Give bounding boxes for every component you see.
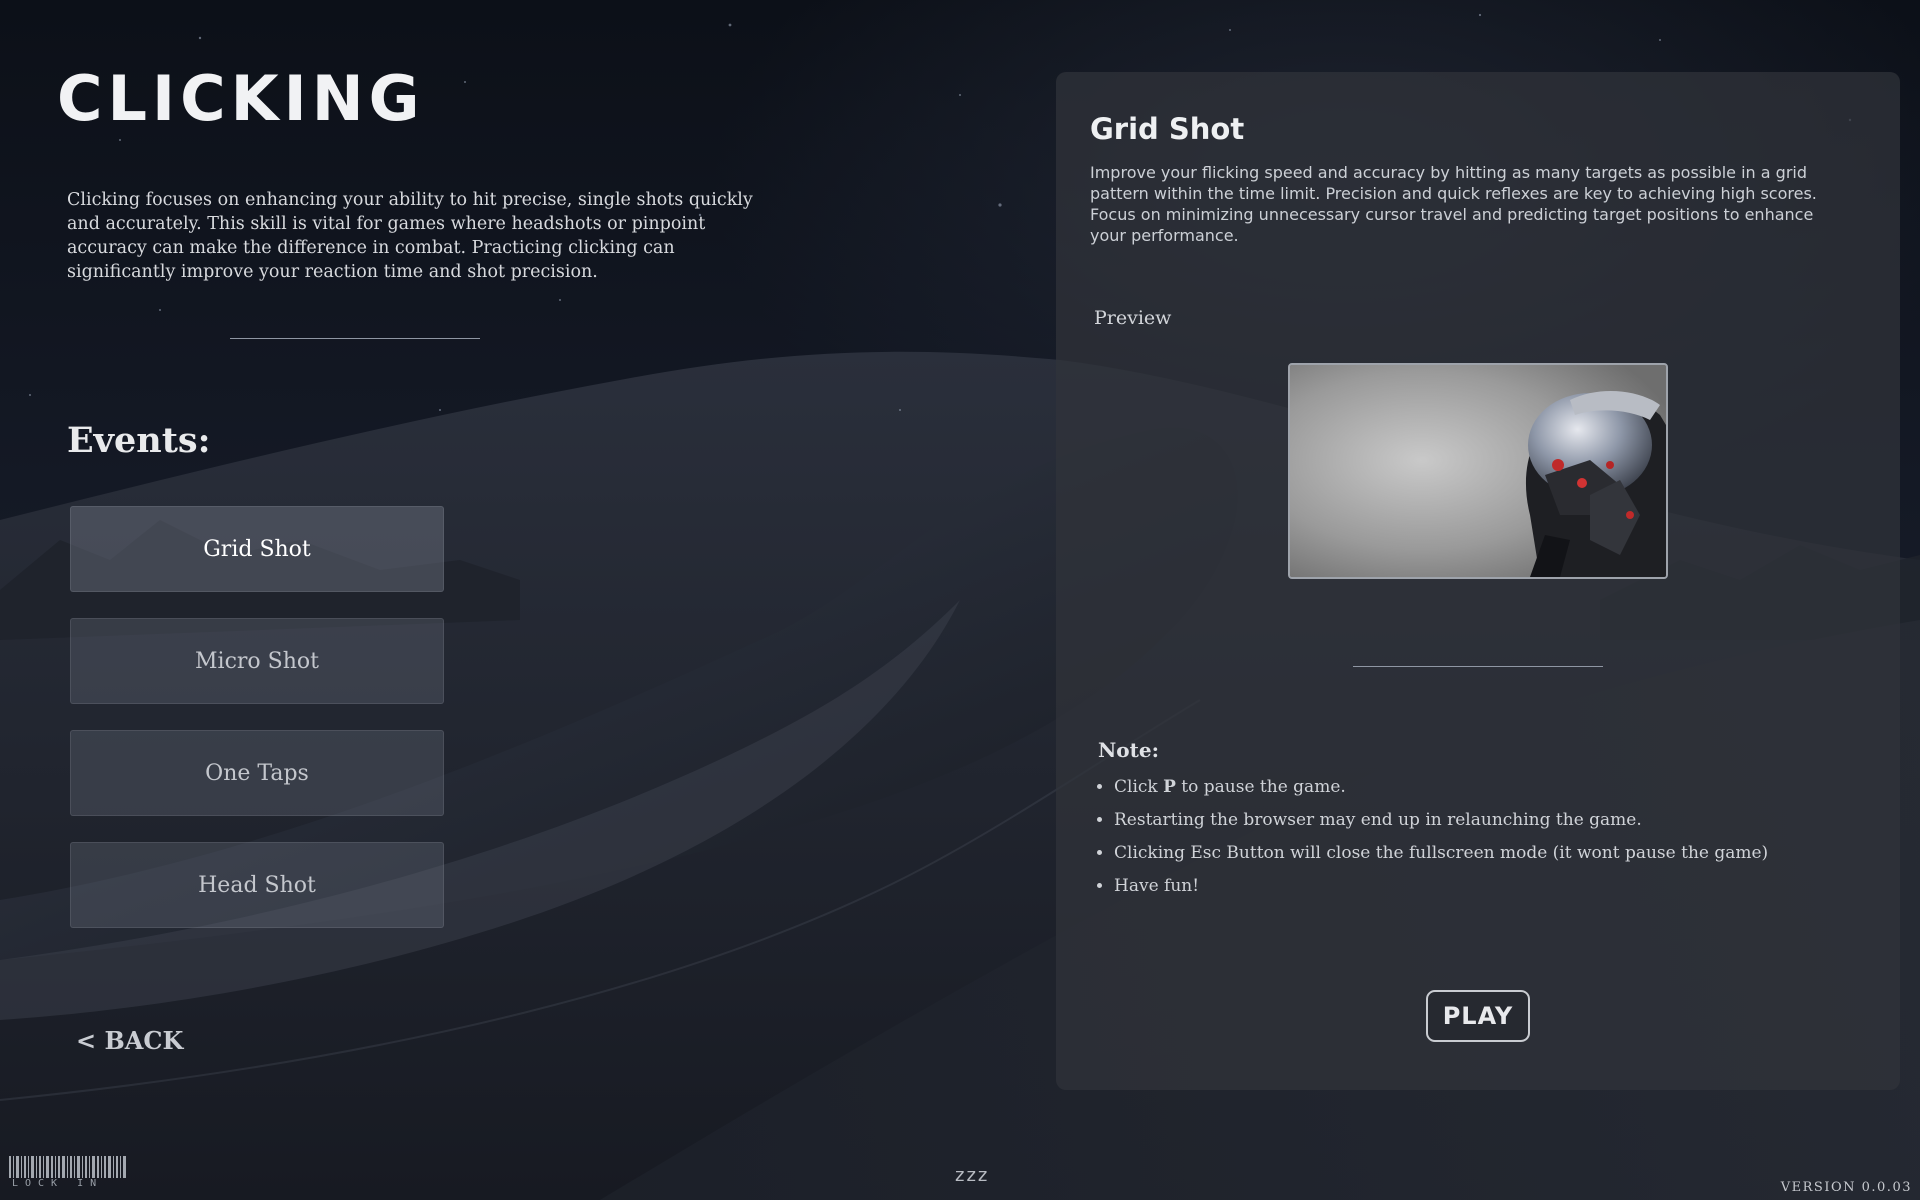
section-divider [230,338,480,339]
note-item: Have fun! [1114,875,1874,897]
event-button-head-shot[interactable]: Head Shot [70,842,444,928]
event-button-one-taps[interactable]: One Taps [70,730,444,816]
preview-image [1288,363,1668,579]
robot-helmet-preview-art [1290,365,1666,577]
note-list: Click P to pause the game. Restarting th… [1090,776,1874,908]
event-description: Improve your flicking speed and accuracy… [1090,163,1817,245]
category-description: Clicking focuses on enhancing your abili… [67,190,753,282]
event-list: Grid Shot Micro Shot One Taps Head Shot [70,506,444,954]
events-heading: Events: [67,420,211,461]
back-button[interactable]: < BACK [76,1026,183,1055]
event-button-grid-shot[interactable]: Grid Shot [70,506,444,592]
event-detail-panel: Grid Shot Improve your flicking speed an… [1056,72,1900,1090]
note-item: Restarting the browser may end up in rel… [1114,809,1874,831]
section-divider [1353,666,1603,667]
logo-text: LOCK IN [12,1178,104,1189]
note-item: Clicking Esc Button will close the fulls… [1114,842,1874,864]
sleep-indicator: zzz [955,1165,990,1186]
event-title: Grid Shot [1090,112,1245,146]
play-button[interactable]: PLAY [1426,990,1530,1042]
note-heading: Note: [1098,738,1159,762]
barcode-logo-icon [9,1156,126,1178]
version-label: VERSION 0.0.03 [1780,1180,1912,1195]
event-button-micro-shot[interactable]: Micro Shot [70,618,444,704]
page-title: CLICKING [57,62,425,135]
note-item: Click P to pause the game. [1114,776,1874,798]
preview-label: Preview [1094,307,1172,329]
